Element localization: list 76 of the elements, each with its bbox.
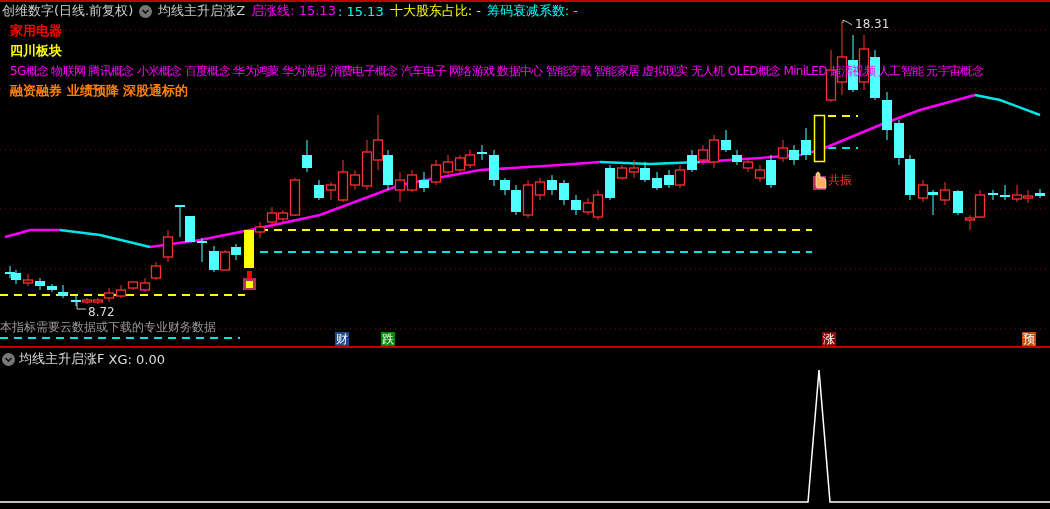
candlestick [175,204,185,238]
candlestick [454,154,466,173]
event-badge[interactable]: 跌 [381,332,395,346]
low-price-label: 8.72 [88,305,115,319]
indicator-value: XG: 0.00 [108,351,165,367]
candlestick [1035,188,1045,199]
candlestick [254,221,266,239]
candlestick [742,157,754,173]
sector-tag: 融资融券 业绩预降 深股通标的 [10,82,189,100]
candlestick [1000,184,1010,201]
candlestick [477,144,487,161]
pointing-hand-icon [813,171,827,190]
candlestick [652,171,662,191]
leader-line [842,20,853,26]
candlestick [35,277,45,291]
event-badge[interactable]: 涨 [822,332,836,346]
candlestick [1011,184,1023,203]
candlestick [628,159,640,179]
security-title: 创维数字(日线.前复权) [2,2,134,20]
notice-text: 本指标需要云数据或下载的专业财务数据 [0,319,216,336]
candlestick [219,249,231,271]
candlestick [571,194,581,216]
dropdown-icon[interactable] [139,4,153,18]
candlestick [5,265,15,279]
candlestick [197,237,207,263]
candlestick [430,159,442,186]
candlestick [732,149,742,166]
candlestick [231,243,241,261]
signal-candle [244,230,254,268]
indicator-name: 均线主升启涨Z [158,2,246,20]
candlestick [185,215,195,243]
candlestick [22,273,34,287]
candlestick [547,174,557,196]
event-badge[interactable]: 预 [1022,332,1036,346]
event-badge[interactable]: 财 [335,332,349,346]
sector-tag: 家用电器 [10,22,62,40]
candlestick [988,189,998,201]
candlestick [1022,189,1034,204]
indicator-value: 启涨线: 15.13 [251,2,336,20]
candlestick [917,179,929,203]
candlestick [905,154,915,201]
candlestick [664,169,674,189]
candlestick [674,164,686,189]
signal-label: 共振 [828,172,852,189]
candlestick [209,245,219,273]
candlestick [11,269,21,285]
high-price-label: 18.31 [855,17,890,31]
candlestick [939,181,951,206]
candlestick [801,127,811,161]
candlestick [464,149,476,169]
indicator-name: 均线主升启涨F [19,350,105,368]
candlestick [442,154,454,176]
indicator-value: 筹码衰减系数: - [486,2,579,20]
candlestick [406,169,418,193]
dashed-level-line [827,147,859,149]
leader-line [76,301,87,310]
candlestick [882,91,892,141]
indicator-value: 十大股东占比: - [389,2,481,20]
dashed-level-line [827,115,859,117]
candlestick [687,149,697,173]
candlestick [789,144,799,166]
candlestick [928,189,938,216]
indicator-value: : 15.13 [337,3,384,19]
candlestick [419,171,429,193]
candlestick [394,171,406,203]
sector-tag: 四川板块 [10,42,62,60]
candlestick [559,179,569,206]
signal-marker-icon [243,271,256,290]
signal-candle [813,114,826,163]
candlestick [383,149,393,191]
candlestick [314,179,324,201]
candlestick [302,139,312,173]
candlestick [640,161,650,183]
candlestick [894,119,904,166]
dropdown-icon[interactable] [2,352,15,366]
candlestick [372,114,384,171]
